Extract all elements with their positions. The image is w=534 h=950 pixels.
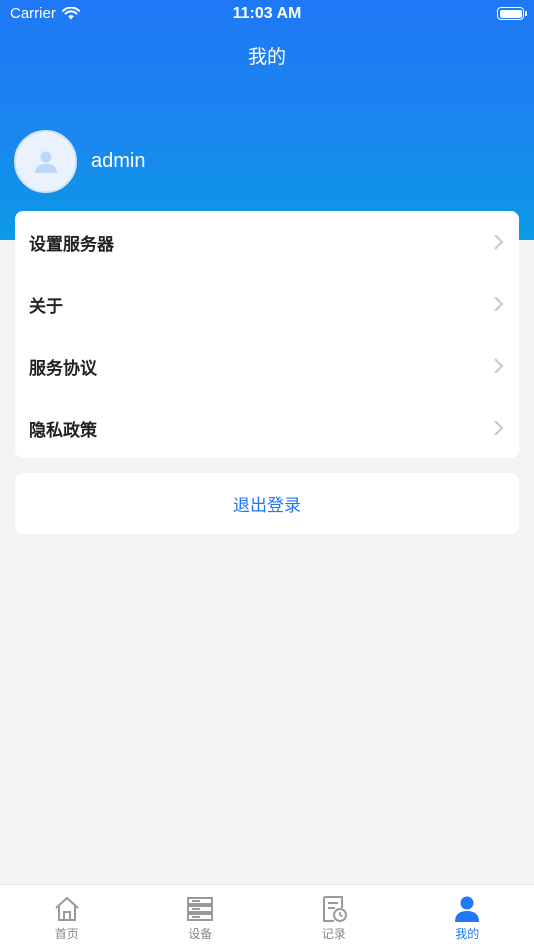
profile: admin — [14, 130, 145, 193]
settings-menu: 设置服务器 关于 服务协议 隐私政策 — [15, 211, 519, 458]
status-bar: Carrier 11:03 AM — [0, 0, 534, 28]
header-background — [0, 0, 534, 240]
avatar-user-icon — [34, 151, 57, 173]
tab-label: 我的 — [455, 927, 480, 941]
home-icon — [55, 897, 79, 921]
page-title: 我的 — [247, 46, 286, 68]
menu-item-label: 关于 — [29, 296, 63, 317]
chevron-right-icon — [494, 420, 504, 436]
menu-item-label: 隐私政策 — [29, 420, 97, 441]
menu-item-label: 设置服务器 — [29, 234, 114, 255]
record-icon — [322, 896, 347, 922]
chevron-right-icon — [494, 358, 504, 374]
logout-button[interactable]: 退出登录 — [15, 473, 519, 534]
user-icon — [455, 896, 480, 922]
tab-devices[interactable]: 设备 — [134, 885, 268, 950]
status-time: 11:03 AM — [232, 5, 302, 22]
username: admin — [91, 150, 146, 172]
tab-mine[interactable]: 我的 — [401, 885, 534, 950]
tab-records[interactable]: 记录 — [267, 885, 401, 950]
device-icon — [187, 897, 214, 921]
tab-label: 设备 — [188, 927, 213, 941]
tab-home[interactable]: 首页 — [0, 885, 134, 950]
menu-item-set-server[interactable]: 设置服务器 — [15, 211, 519, 273]
chevron-right-icon — [494, 296, 504, 312]
tab-label: 首页 — [54, 927, 79, 941]
menu-item-privacy-policy[interactable]: 隐私政策 — [15, 397, 519, 458]
menu-item-label: 服务协议 — [29, 358, 97, 379]
menu-item-service-agreement[interactable]: 服务协议 — [15, 335, 519, 397]
chevron-right-icon — [494, 234, 504, 250]
avatar[interactable] — [14, 130, 77, 193]
tab-bar: 首页 设备 记录 我的 — [0, 884, 534, 950]
battery-icon — [497, 7, 527, 20]
menu-item-about[interactable]: 关于 — [15, 273, 519, 335]
tab-label: 记录 — [321, 927, 346, 941]
